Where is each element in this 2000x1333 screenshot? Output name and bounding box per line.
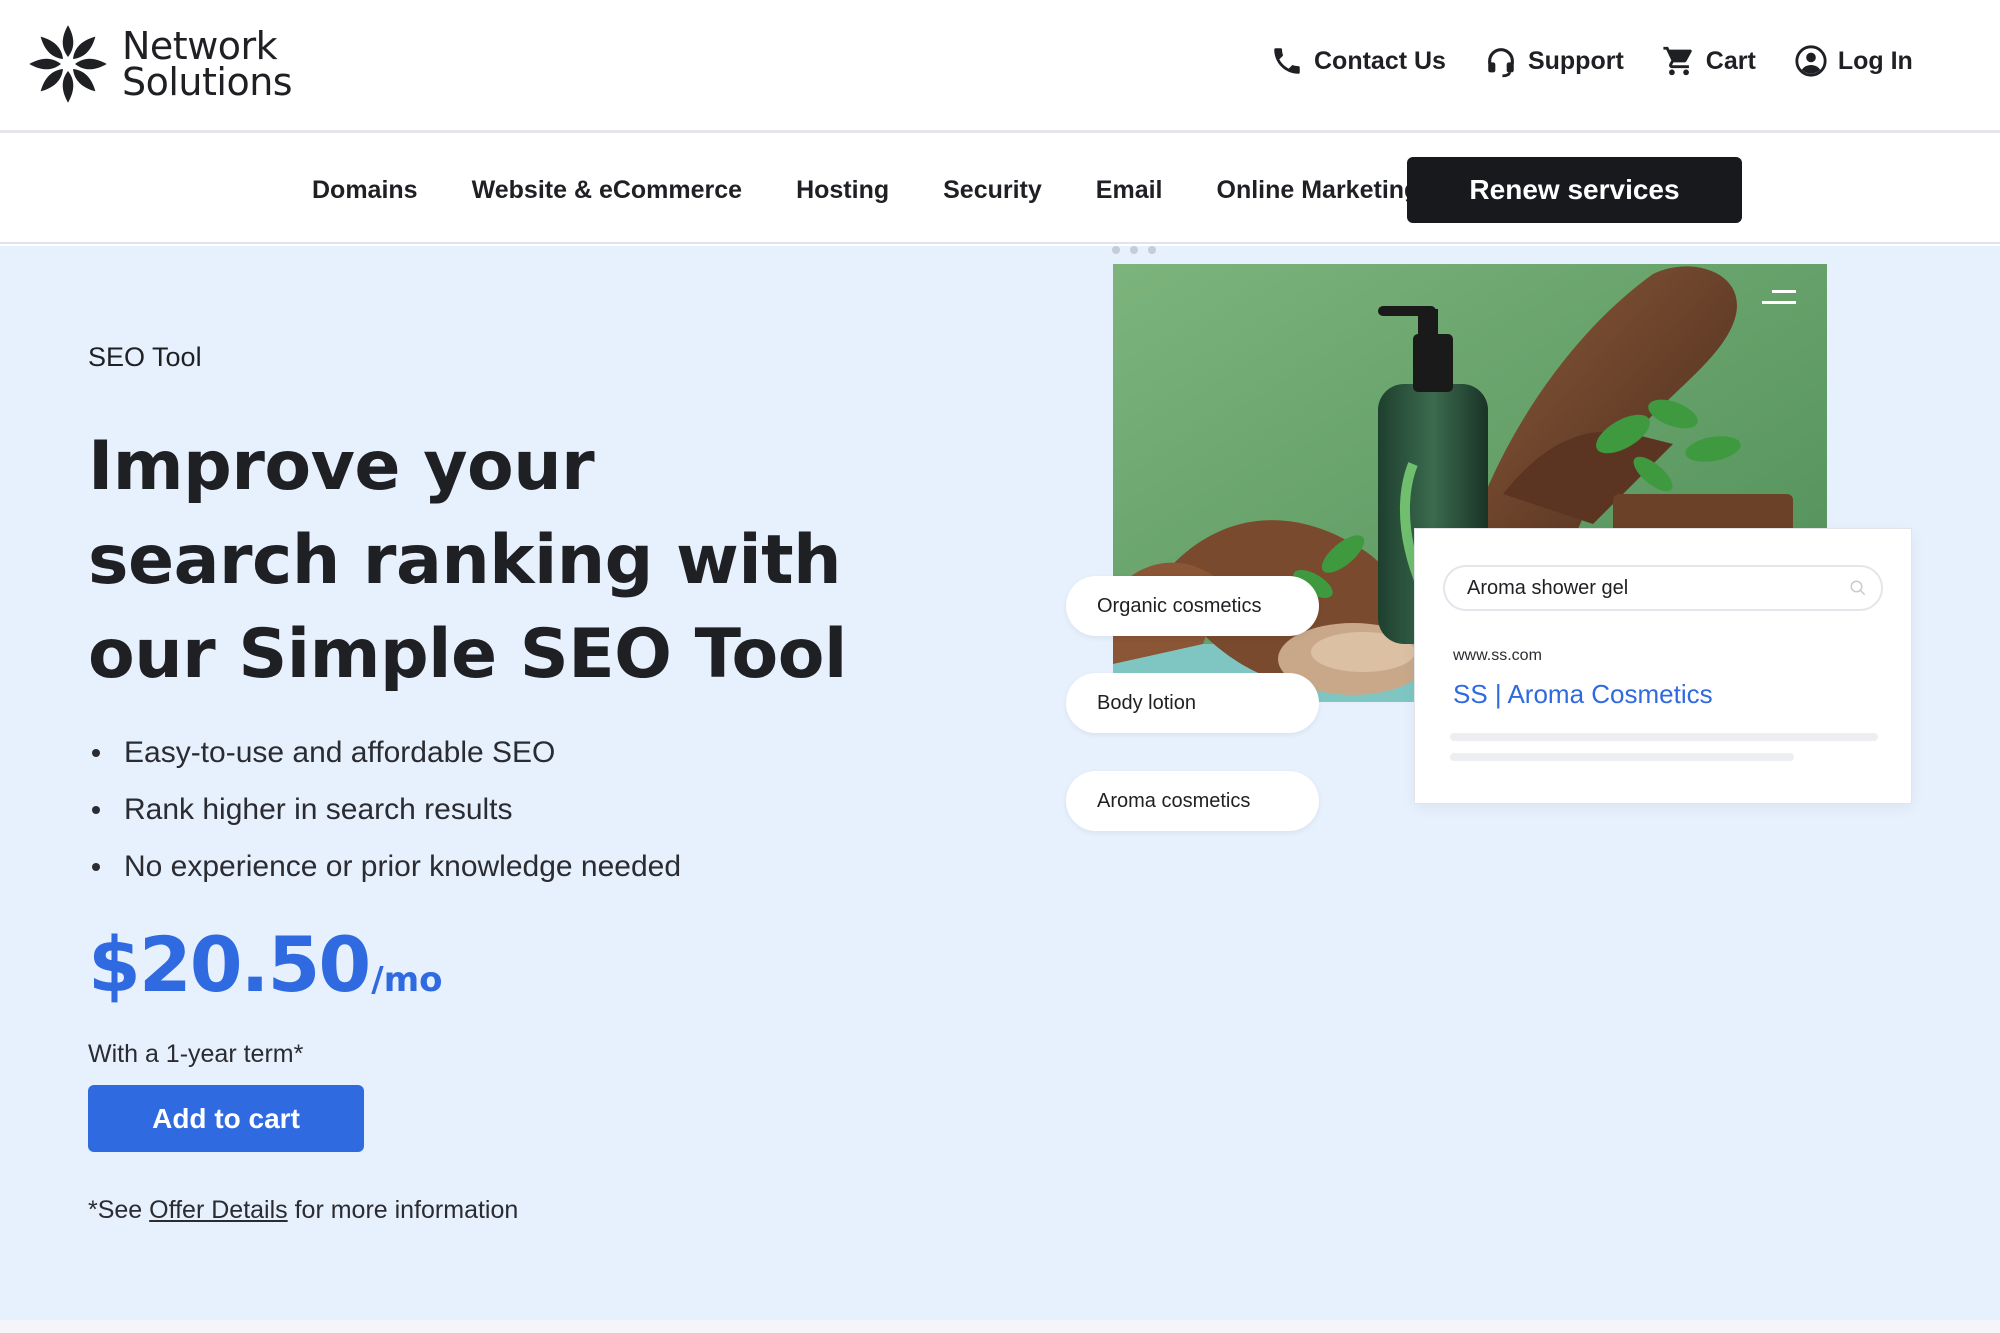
network-solutions-logo-icon [29, 25, 107, 103]
top-header: Network Solutions Contact Us Support Car… [0, 0, 2000, 133]
cart-icon [1663, 46, 1692, 76]
price-amount: $20.50 [88, 920, 371, 1009]
log-in-label: Log In [1837, 46, 1913, 75]
utility-nav: Contact Us Support Cart Log In [1270, 44, 1951, 78]
nav-item-website-ecommerce[interactable]: Website & eCommerce [472, 176, 742, 205]
offer-note: *See Offer Details for more information [88, 1196, 518, 1225]
search-result-card: Aroma shower gel www.ss.com SS | Aroma C… [1414, 528, 1912, 804]
offer-prefix: *See [88, 1196, 150, 1224]
feature-item: No experience or prior knowledge needed [88, 838, 681, 895]
price-period: /mo [371, 960, 443, 1000]
brand-line-1: Network [122, 24, 278, 68]
bullet-dot [92, 805, 100, 814]
keyword-chip: Organic cosmetics [1066, 576, 1319, 636]
nav-item-online-marketing[interactable]: Online Marketing [1217, 176, 1420, 205]
support-label: Support [1527, 46, 1624, 75]
support-link[interactable]: Support [1484, 44, 1624, 78]
search-query: Aroma shower gel [1467, 576, 1629, 599]
section-divider [0, 1320, 2000, 1333]
nav-item-email[interactable]: Email [1096, 176, 1163, 205]
search-icon [1850, 580, 1866, 596]
add-to-cart-button[interactable]: Add to cart [88, 1085, 364, 1152]
nav-item-domains[interactable]: Domains [312, 176, 418, 205]
feature-item: Rank higher in search results [88, 781, 681, 838]
result-placeholder-line [1450, 753, 1794, 761]
nav-item-hosting[interactable]: Hosting [796, 176, 889, 205]
headset-icon [1488, 48, 1514, 78]
bullet-dot [92, 748, 100, 757]
keyword-chip: Body lotion [1066, 673, 1319, 733]
cart-link[interactable]: Cart [1662, 44, 1756, 78]
log-in-link[interactable]: Log In [1794, 44, 1913, 78]
brand-line-2: Solutions [122, 60, 293, 104]
product-eyebrow: SEO Tool [88, 342, 202, 372]
cart-label: Cart [1705, 46, 1756, 75]
offer-details-link[interactable]: Offer Details [149, 1196, 287, 1224]
phone-icon [1274, 48, 1300, 74]
keyword-chip: Aroma cosmetics [1066, 771, 1319, 831]
main-nav: Domains Website & eCommerce Hosting Secu… [0, 136, 2000, 244]
bullet-dot [92, 862, 100, 871]
result-url: www.ss.com [1453, 647, 1542, 664]
feature-text: Easy-to-use and affordable SEO [124, 735, 556, 769]
contact-us-label: Contact Us [1314, 46, 1446, 75]
brand-logo[interactable]: Network Solutions [24, 20, 293, 108]
renew-services-button[interactable]: Renew services [1407, 157, 1742, 223]
feature-text: No experience or prior knowledge needed [124, 849, 682, 883]
feature-text: Rank higher in search results [124, 792, 513, 826]
result-title: SS | Aroma Cosmetics [1453, 679, 1713, 709]
hero-headline: Improve your search ranking with our Sim… [88, 427, 847, 694]
window-dots [1112, 246, 1166, 254]
result-placeholder-line [1450, 733, 1878, 741]
user-circle-icon [1795, 45, 1827, 77]
contact-us-link[interactable]: Contact Us [1270, 44, 1446, 78]
hamburger-icon [1762, 290, 1796, 312]
search-mock-input: Aroma shower gel [1443, 565, 1883, 611]
price-term: With a 1-year term* [88, 1040, 304, 1068]
offer-suffix: for more information [287, 1196, 519, 1224]
feature-list: Easy-to-use and affordable SEO Rank high… [88, 724, 681, 895]
feature-item: Easy-to-use and affordable SEO [88, 724, 681, 781]
nav-item-security[interactable]: Security [943, 176, 1042, 205]
price: $20.50 /mo [88, 920, 443, 1009]
brand-name: Network Solutions [122, 24, 293, 104]
